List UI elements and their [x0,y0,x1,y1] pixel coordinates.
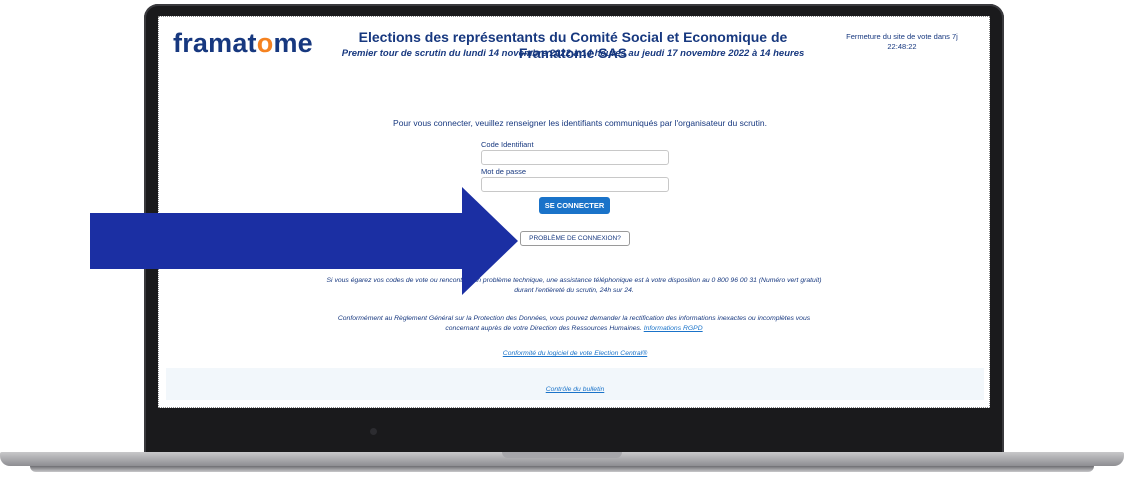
closing-countdown-time: 22:48:22 [887,42,917,51]
password-field-label: Mot de passe [481,167,527,176]
logo-text-o: o [256,28,274,58]
laptop-base-bottom [30,466,1094,472]
laptop-base-notch [502,452,622,458]
logo-text-part1: framat [173,28,257,58]
rgpd-text-part2: concernant auprès de votre Direction des… [445,325,642,332]
ballot-check-link[interactable]: Contrôle du bulletin [425,386,725,393]
page-subtitle: Premier tour de scrutin du lundi 14 nove… [341,48,805,59]
software-conformity-link[interactable]: Conformité du logiciel de vote Election … [425,350,725,357]
id-field[interactable] [481,150,669,165]
connection-problem-button[interactable]: PROBLÈME DE CONNEXION? [520,231,630,246]
rgpd-text-line2: concernant auprès de votre Direction des… [254,324,894,334]
id-field-label: Code Identifiant [481,140,534,149]
rgpd-link[interactable]: Informations RGPD [644,325,703,332]
rgpd-text-line1: Conformément au Règlement Général sur la… [337,315,811,322]
logo-text-part2: me [273,28,313,58]
closing-countdown-label: Fermeture du site de vote dans 7j [846,32,958,41]
login-intro-text: Pour vous connecter, veuillez renseigner… [393,118,767,128]
connect-button[interactable]: SE CONNECTER [539,197,610,214]
rgpd-info: Conformément au Règlement Général sur la… [254,314,894,334]
footer-band [166,368,984,400]
framatome-logo[interactable]: framatome [173,28,313,59]
arrow-right-icon [90,187,518,295]
webcam-dot [370,428,377,435]
